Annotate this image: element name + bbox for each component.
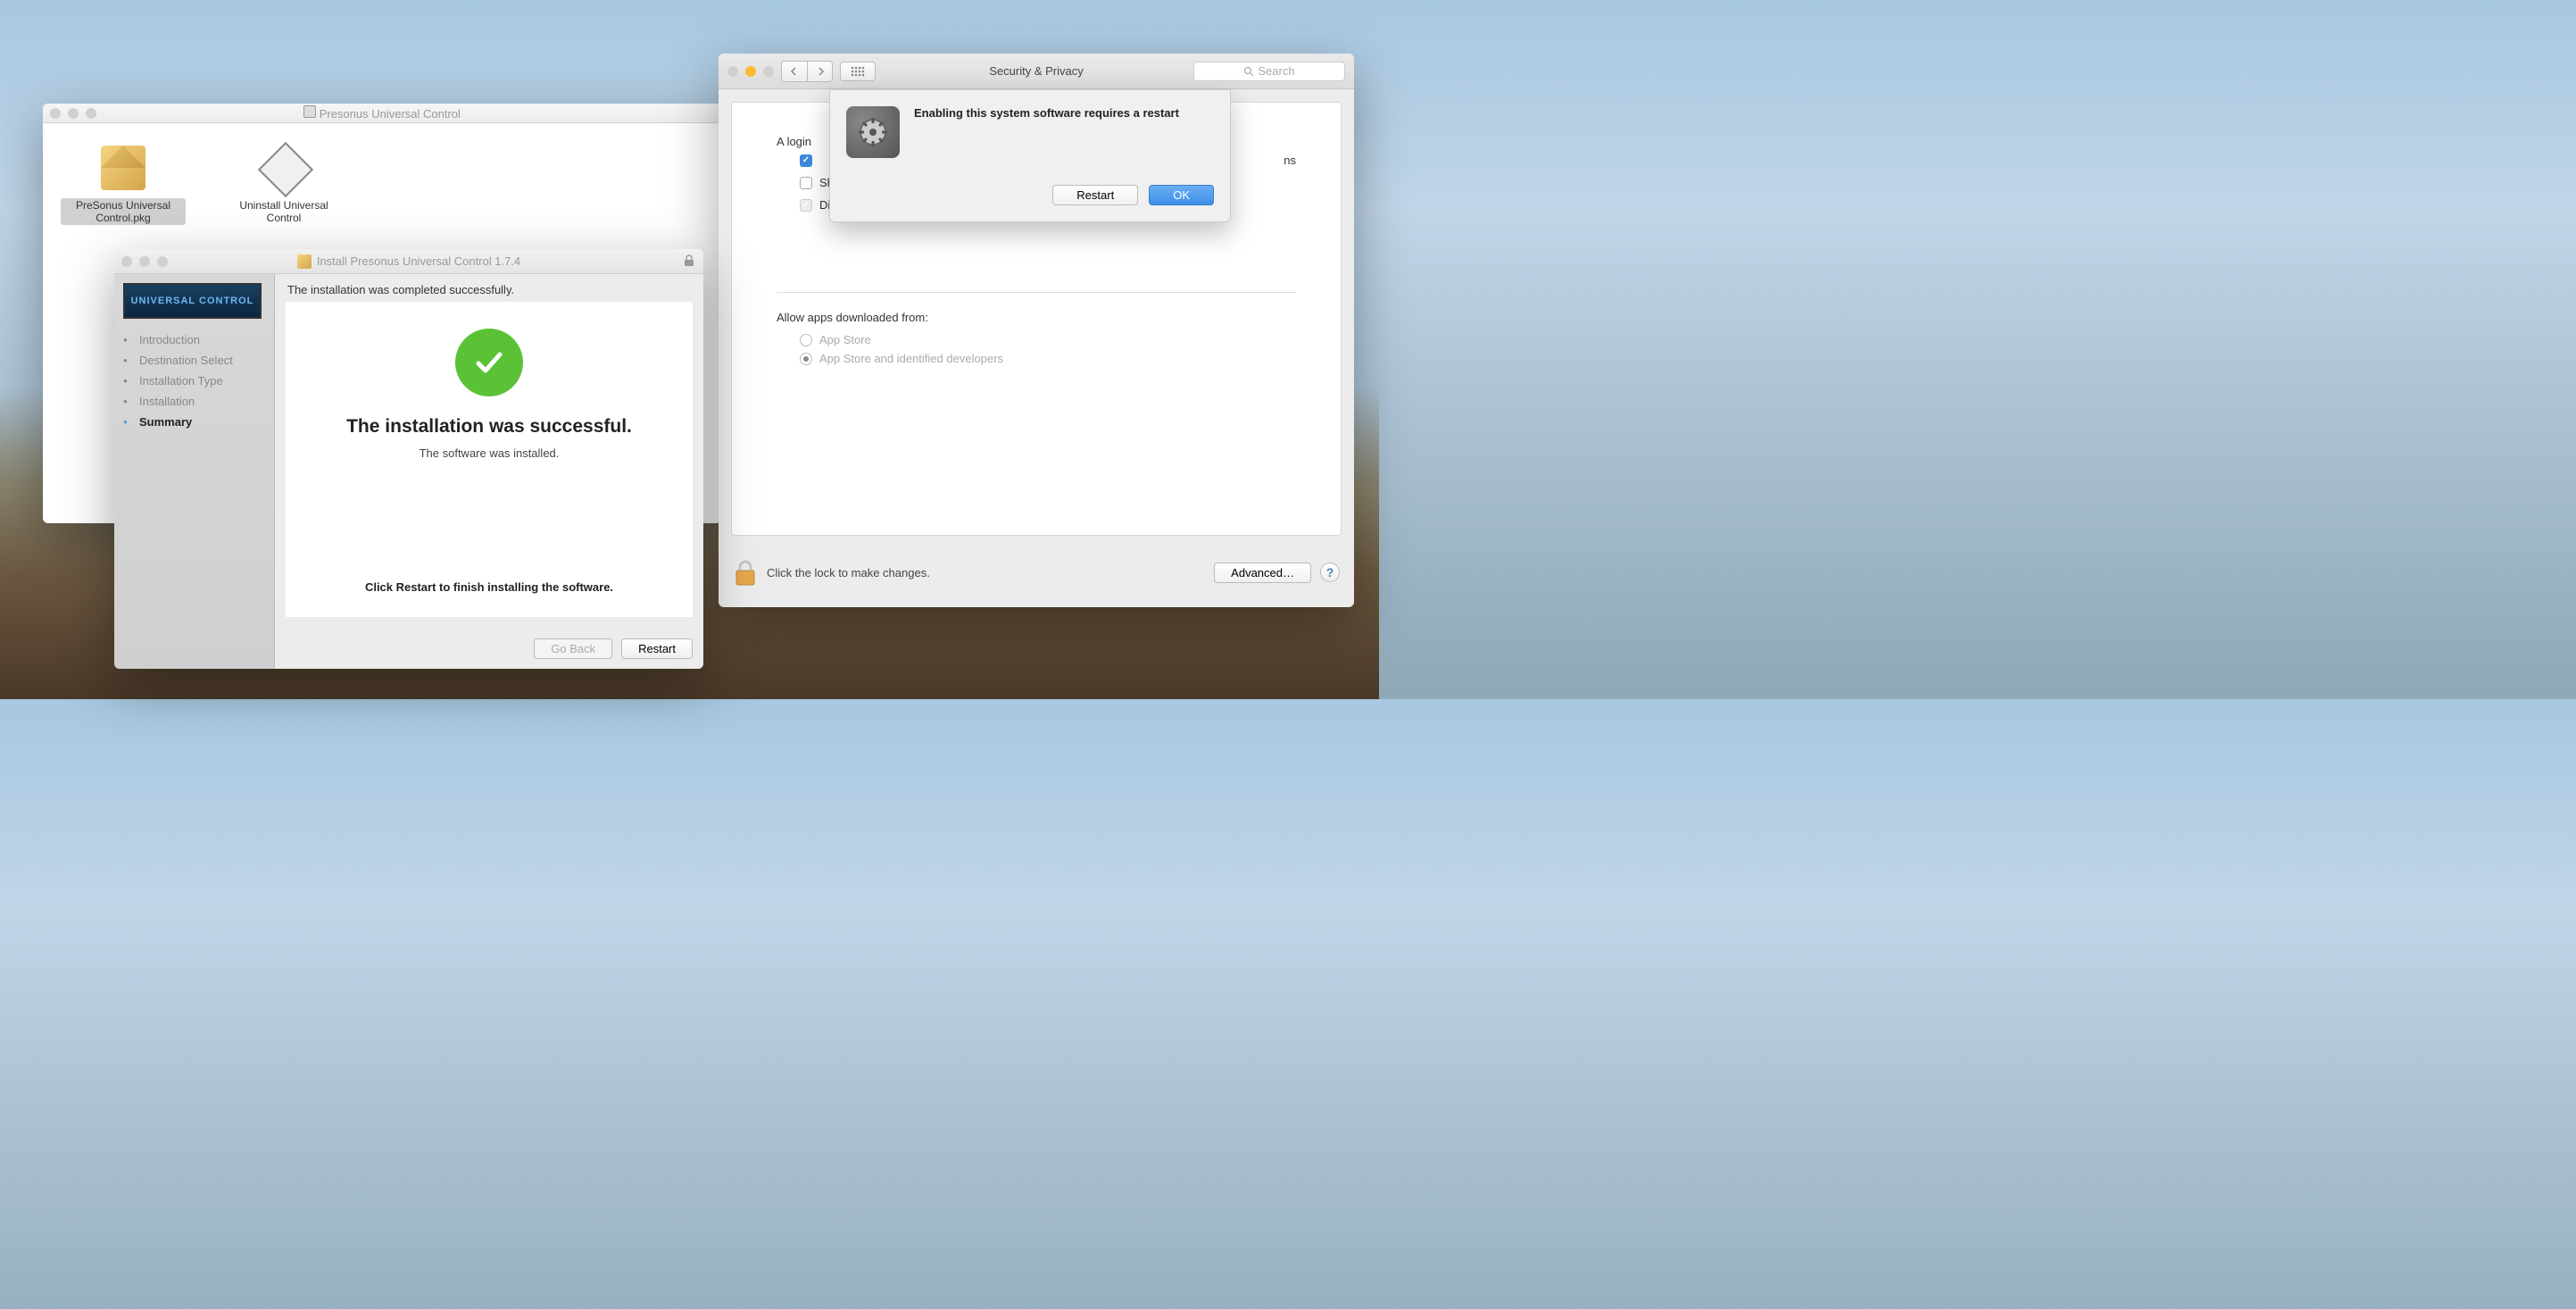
package-icon bbox=[96, 141, 150, 195]
minimize-icon[interactable] bbox=[139, 256, 150, 267]
zoom-icon[interactable] bbox=[86, 108, 96, 119]
disable-login-checkbox[interactable] bbox=[800, 199, 812, 212]
installer-status: The installation was completed successfu… bbox=[275, 274, 703, 302]
zoom-icon[interactable] bbox=[157, 256, 168, 267]
package-icon bbox=[297, 254, 312, 269]
minimize-icon[interactable] bbox=[745, 66, 756, 77]
identified-developers-label: App Store and identified developers bbox=[819, 352, 1003, 365]
installer-window: Install Presonus Universal Control 1.7.4… bbox=[114, 249, 703, 669]
step-type: Installation Type bbox=[123, 371, 265, 391]
search-input[interactable]: Search bbox=[1193, 62, 1345, 81]
app-store-radio[interactable] bbox=[800, 334, 812, 346]
step-summary: Summary bbox=[123, 412, 265, 432]
security-window: Security & Privacy Search A login ns Sho… bbox=[719, 54, 1354, 607]
alert-ok-button[interactable]: OK bbox=[1149, 185, 1214, 205]
help-button[interactable]: ? bbox=[1320, 563, 1340, 582]
finder-item-uninstall[interactable]: Uninstall Universal Control bbox=[221, 141, 346, 225]
restart-button[interactable]: Restart bbox=[621, 638, 693, 659]
grid-icon bbox=[851, 66, 865, 77]
chevron-left-icon bbox=[790, 67, 799, 76]
go-back-button[interactable]: Go Back bbox=[534, 638, 612, 659]
require-password-label: ns bbox=[1284, 154, 1296, 167]
security-footer: Click the lock to make changes. Advanced… bbox=[719, 548, 1354, 596]
installer-subheading: The software was installed. bbox=[420, 446, 560, 460]
minimize-icon[interactable] bbox=[68, 108, 79, 119]
installer-sidebar: UNIVERSAL CONTROL Introduction Destinati… bbox=[114, 274, 275, 669]
identified-developers-radio[interactable] bbox=[800, 353, 812, 365]
app-icon bbox=[257, 141, 311, 195]
installer-title: Install Presonus Universal Control 1.7.4 bbox=[114, 254, 703, 269]
installer-hint: Click Restart to finish installing the s… bbox=[365, 580, 613, 617]
radio-app-store-row: App Store bbox=[800, 333, 1296, 346]
chevron-right-icon bbox=[816, 67, 825, 76]
divider bbox=[777, 292, 1296, 293]
step-introduction: Introduction bbox=[123, 329, 265, 350]
finder-titlebar[interactable]: Presonus Universal Control bbox=[43, 104, 721, 123]
installer-titlebar[interactable]: Install Presonus Universal Control 1.7.4 bbox=[114, 249, 703, 274]
lock-icon bbox=[684, 254, 694, 267]
success-checkmark-icon bbox=[455, 329, 523, 396]
universal-control-logo: UNIVERSAL CONTROL bbox=[123, 283, 262, 319]
alert-restart-button[interactable]: Restart bbox=[1052, 185, 1138, 205]
search-icon bbox=[1243, 66, 1254, 77]
restart-alert-sheet: Enabling this system software requires a… bbox=[829, 89, 1231, 222]
nav-buttons bbox=[781, 61, 833, 82]
alert-message: Enabling this system software requires a… bbox=[914, 106, 1179, 158]
close-icon[interactable] bbox=[121, 256, 132, 267]
lock-icon[interactable] bbox=[733, 558, 758, 587]
allow-apps-heading: Allow apps downloaded from: bbox=[777, 311, 1296, 324]
forward-button[interactable] bbox=[807, 62, 832, 81]
disk-icon bbox=[303, 105, 316, 118]
zoom-icon[interactable] bbox=[763, 66, 774, 77]
radio-identified-row: App Store and identified developers bbox=[800, 352, 1296, 365]
finder-item-pkg[interactable]: PreSonus Universal Control.pkg bbox=[61, 141, 186, 225]
installer-footer: Go Back Restart bbox=[275, 628, 703, 669]
show-message-checkbox[interactable] bbox=[800, 177, 812, 189]
finder-title: Presonus Universal Control bbox=[43, 105, 721, 121]
security-toolbar: Security & Privacy Search bbox=[719, 54, 1354, 89]
back-button[interactable] bbox=[782, 62, 807, 81]
finder-item-label: PreSonus Universal Control.pkg bbox=[61, 198, 186, 225]
installer-content: The installation was successful. The sof… bbox=[286, 302, 693, 617]
search-placeholder: Search bbox=[1258, 64, 1294, 78]
require-password-checkbox[interactable] bbox=[800, 154, 812, 167]
step-destination: Destination Select bbox=[123, 350, 265, 371]
system-preferences-icon bbox=[846, 106, 900, 158]
finder-body: PreSonus Universal Control.pkg Uninstall… bbox=[43, 123, 721, 243]
show-all-button[interactable] bbox=[840, 62, 876, 81]
installer-heading: The installation was successful. bbox=[346, 416, 632, 438]
lock-text: Click the lock to make changes. bbox=[767, 566, 930, 579]
close-icon[interactable] bbox=[50, 108, 61, 119]
advanced-button[interactable]: Advanced… bbox=[1214, 563, 1311, 583]
finder-item-label: Uninstall Universal Control bbox=[221, 198, 346, 225]
step-installation: Installation bbox=[123, 391, 265, 412]
installer-main: The installation was completed successfu… bbox=[275, 274, 703, 669]
close-icon[interactable] bbox=[727, 66, 738, 77]
app-store-label: App Store bbox=[819, 333, 871, 346]
